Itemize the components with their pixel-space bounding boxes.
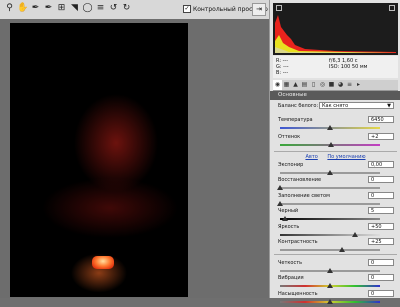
vibrance-value[interactable]: 0 (368, 274, 394, 281)
basic-tab-icon[interactable]: ◉ (273, 80, 282, 90)
contrast-track[interactable] (280, 249, 380, 251)
saturation-thumb[interactable] (327, 299, 333, 304)
tone-curve-tab-icon[interactable]: ▦ (282, 80, 291, 90)
exposure-value[interactable]: 0,00 (368, 161, 394, 168)
snapshots-tab-icon[interactable]: ▸ (354, 80, 363, 90)
candle-light (92, 256, 114, 269)
temperature-slider[interactable]: Температура 6450 (278, 116, 394, 133)
b-value: B: --- (276, 70, 289, 76)
color-sampler-icon[interactable]: ✒ (43, 3, 54, 14)
panel-title: Основные (270, 91, 400, 100)
brightness-label: Яркость (278, 224, 300, 230)
exposure-label: Экспонир (278, 162, 304, 168)
rotate-right-icon[interactable]: ↻ (121, 3, 132, 14)
white-balance-icon[interactable]: ✒ (30, 3, 41, 14)
fill-light-value[interactable]: 0 (368, 192, 394, 199)
tint-thumb[interactable] (328, 142, 334, 147)
histogram-graph (275, 15, 396, 53)
fill-light-thumb[interactable] (277, 201, 283, 206)
recovery-slider[interactable]: Восстановление 0 (277, 176, 394, 193)
shadow-clipping-icon[interactable] (276, 5, 282, 11)
blacks-slider[interactable]: Черный 5 (278, 207, 394, 224)
detail-tab-icon[interactable]: ▲ (291, 80, 300, 90)
contrast-thumb[interactable] (339, 247, 345, 252)
iso-focal: ISO: 100 50 мм (329, 64, 368, 70)
auto-default-links: Авто По умолчанию (270, 154, 400, 160)
recovery-thumb[interactable] (277, 185, 283, 190)
presets-tab-icon[interactable]: ≡ (345, 80, 354, 90)
auto-link[interactable]: Авто (305, 154, 317, 160)
photo-preview (10, 23, 188, 297)
vibrance-label: Вибрация (278, 275, 304, 281)
rgb-readout: R: --- G: --- B: --- (276, 58, 289, 76)
fill-light-label: Заполнение светом (278, 193, 330, 199)
clarity-value[interactable]: 0 (368, 259, 394, 266)
fill-light-track[interactable] (280, 203, 380, 205)
exposure-readout: f/6,3 1,60 с ISO: 100 50 мм (329, 58, 367, 70)
clarity-thumb[interactable] (327, 268, 333, 273)
white-balance-label: Баланс белого: (278, 103, 319, 109)
recovery-label: Восстановление (278, 177, 322, 183)
recovery-value[interactable]: 0 (368, 176, 394, 183)
white-balance-value: Как снято (322, 103, 349, 109)
panel-tabs: ◉ ▦ ▲ ▤ ▯ ◎ ■ ◕ ≡ ▸ (273, 80, 398, 91)
chevron-down-icon: ▼ (387, 103, 391, 109)
vibrance-thumb[interactable] (327, 283, 333, 288)
saturation-value[interactable]: 0 (368, 290, 394, 297)
preview-checkbox[interactable]: ✓ (183, 5, 191, 13)
histogram (273, 3, 398, 55)
recovery-track[interactable] (280, 187, 380, 189)
fullscreen-button[interactable]: ⇥ (252, 3, 266, 16)
tint-value[interactable]: +2 (368, 133, 394, 140)
brightness-value[interactable]: +50 (368, 223, 394, 230)
clarity-label: Четкость (278, 260, 303, 266)
image-canvas[interactable] (0, 19, 269, 298)
blacks-track[interactable] (280, 218, 380, 220)
saturation-slider[interactable]: Насыщенность 0 (278, 290, 394, 307)
contrast-slider[interactable]: Контрастность +25 (278, 238, 394, 255)
contrast-label: Контрастность (278, 239, 318, 245)
temperature-label: Температура (278, 117, 313, 123)
blacks-label: Черный (278, 208, 299, 214)
brightness-thumb[interactable] (352, 232, 358, 237)
split-toning-tab-icon[interactable]: ▯ (309, 80, 318, 90)
hsl-tab-icon[interactable]: ▤ (300, 80, 309, 90)
highlight-clipping-icon[interactable] (389, 5, 395, 11)
section-divider (274, 151, 397, 152)
lens-tab-icon[interactable]: ◎ (318, 80, 327, 90)
temperature-value[interactable]: 6450 (368, 116, 394, 123)
hand-icon[interactable]: ✋ (17, 3, 28, 14)
white-balance-select[interactable]: Как снято ▼ (319, 102, 394, 109)
blacks-value[interactable]: 5 (368, 207, 394, 214)
adjustment-panel: R: --- G: --- B: --- f/6,3 1,60 с ISO: 1… (269, 0, 400, 304)
red-eye-icon[interactable]: ◯ (82, 3, 93, 14)
presets-icon[interactable]: ≡ (95, 3, 106, 14)
rotate-left-icon[interactable]: ↺ (108, 3, 119, 14)
zoom-icon[interactable]: ⚲ (4, 3, 15, 14)
vibrance-slider[interactable]: Вибрация 0 (278, 274, 394, 291)
temperature-thumb[interactable] (327, 125, 333, 130)
exposure-thumb[interactable] (327, 170, 333, 175)
tint-label: Оттенок (278, 134, 301, 140)
contrast-value[interactable]: +25 (368, 238, 394, 245)
camera-info: R: --- G: --- B: --- f/6,3 1,60 с ISO: 1… (273, 56, 398, 78)
camera-calibration-tab-icon[interactable]: ◕ (336, 80, 345, 90)
section-divider (274, 254, 397, 255)
tint-slider[interactable]: Оттенок +2 (278, 133, 394, 150)
saturation-label: Насыщенность (278, 291, 318, 297)
effects-tab-icon[interactable]: ■ (327, 80, 336, 90)
straighten-icon[interactable]: ◥ (69, 3, 80, 14)
crop-icon[interactable]: ⊞ (56, 3, 67, 14)
blacks-thumb[interactable] (282, 216, 288, 221)
default-link[interactable]: По умолчанию (327, 154, 365, 160)
brightness-track[interactable] (280, 234, 380, 236)
